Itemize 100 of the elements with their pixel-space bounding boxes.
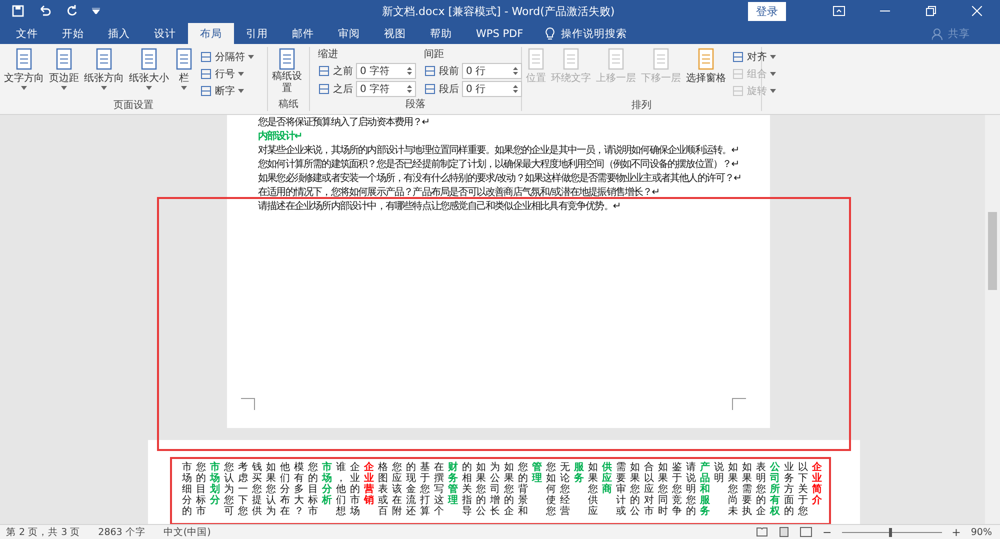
group-title: 段落 — [406, 98, 426, 111]
vertical-text: 的现金流还 — [406, 462, 416, 517]
vertical-text: 为公司增长 — [490, 462, 500, 517]
search-field[interactable]: 操作说明搜索 — [561, 28, 652, 40]
caret-icon — [770, 54, 776, 58]
spin-label: 段前 — [439, 65, 459, 78]
vertical-text: 管理 — [532, 462, 542, 484]
spinner-arrows-icon[interactable] — [407, 84, 412, 94]
ribbon-tab[interactable]: 文件 — [4, 24, 50, 44]
vertical-text: 供应商 — [602, 462, 612, 495]
vertical-text: 如果需要执 — [742, 462, 752, 517]
paragraph: 请描述在企业场所内部设计中，有哪些特点让您感觉自己和类似企业相比具有竞争优势。↵ — [258, 200, 622, 214]
spin-field[interactable]: 0 行 — [462, 63, 522, 79]
spin-field[interactable]: 0 字符 — [356, 63, 416, 79]
undo-icon[interactable] — [38, 5, 52, 17]
paragraph: 在适用的情况下，您将如何展示产品？产品布局是否可以改善商店气氛和/或潜在地提振销售增长？↵ — [258, 186, 660, 200]
scrollbar[interactable] — [985, 115, 1000, 524]
spin-label: 之前 — [333, 64, 353, 78]
ribbon-tab[interactable]: 开始 — [50, 24, 96, 44]
minimize-icon — [880, 10, 890, 12]
ribbon-button[interactable]: 行号 — [198, 66, 256, 81]
lightbulb-icon — [545, 27, 556, 41]
document-icon — [277, 48, 297, 70]
caret-icon — [770, 72, 776, 76]
restore-icon — [926, 6, 936, 16]
ribbon-tab[interactable]: 邮件 — [280, 24, 326, 44]
spin-field[interactable]: 0 字符 — [356, 81, 416, 97]
zoom-in-button[interactable]: + — [952, 526, 961, 538]
vertical-text: 企业简介 — [812, 462, 822, 506]
vertical-text: 公司所有权 — [770, 462, 780, 517]
ribbon-button[interactable]: 栏 — [173, 47, 195, 98]
read-mode-icon[interactable] — [756, 527, 768, 537]
spin-field[interactable]: 0 行 — [462, 81, 522, 97]
vertical-text: 的相关指导 — [462, 462, 472, 517]
login-button[interactable]: 登录 — [748, 2, 786, 20]
vertical-text: 格图表或百 — [378, 462, 388, 517]
vertical-text: 您的背景和 — [518, 462, 528, 517]
ribbon-tab[interactable]: WPS PDF — [464, 24, 536, 44]
zoom-out-button[interactable]: − — [822, 526, 832, 538]
ribbon-tab[interactable]: 帮助 — [418, 24, 464, 44]
ribbon-button[interactable]: 纸张方向 — [83, 47, 125, 98]
caret-icon — [238, 72, 244, 76]
ribbon-button[interactable]: 纸张大小 — [128, 47, 170, 98]
spin-label: 之后 — [333, 82, 353, 96]
print-layout-icon[interactable] — [778, 527, 790, 537]
ribbon-button[interactable]: 断字 — [198, 83, 256, 98]
language: 中文(中国) — [163, 526, 211, 538]
ribbon-tab[interactable]: 设计 — [142, 24, 188, 44]
caret-icon — [248, 54, 254, 58]
caret-icon — [146, 86, 152, 90]
close-icon — [972, 6, 982, 16]
caret-icon — [21, 86, 27, 90]
spinner-arrows-icon[interactable] — [513, 66, 518, 76]
save-icon[interactable] — [12, 5, 24, 17]
vertical-text: 如果您供应 — [588, 462, 598, 517]
ribbon-button[interactable]: 稿纸设置 — [271, 47, 303, 97]
ribbon-button[interactable]: 选择窗格 — [685, 47, 727, 98]
ribbon-tab[interactable]: 引用 — [234, 24, 280, 44]
person-icon — [932, 28, 944, 40]
vertical-text: 产品和服务 — [700, 462, 710, 517]
indent-label: 缩进 — [318, 48, 339, 61]
zoom-level: 90% — [970, 526, 992, 538]
slider-thumb[interactable] — [888, 528, 892, 536]
vertical-text: 模有多大？ — [294, 462, 304, 517]
scroll-thumb[interactable] — [988, 212, 997, 290]
vertical-text: 在撰写这个 — [434, 462, 444, 517]
group-title: 页面设置 — [114, 98, 154, 112]
paragraph: 您是否将保证预算纳入了启动资本费用？↵ — [258, 116, 430, 130]
ribbon-button[interactable]: 页边距 — [48, 47, 80, 98]
vertical-text: 钱买您提供 — [252, 462, 262, 517]
vertical-text: 业务方面的 — [784, 462, 794, 517]
spinner-arrows-icon[interactable] — [407, 66, 412, 76]
vertical-text: 如果您同时 — [658, 462, 668, 517]
vertical-text: 请说明您的 — [686, 462, 696, 517]
ribbon-tab[interactable]: 审阅 — [326, 24, 372, 44]
customize-icon[interactable] — [92, 8, 100, 14]
spinner-arrows-icon[interactable] — [513, 84, 518, 94]
ribbon-button[interactable]: 文字方向 — [3, 47, 45, 98]
vertical-text: 表明您的企 — [756, 462, 766, 517]
vertical-text: 如果您的公 — [476, 462, 486, 517]
paragraph: 您如何计算所需的建筑面积？您是否已经提前制定了计划，以确保最大程度地利用空间（例如不同设备的摆放位置）？↵ — [258, 158, 740, 172]
ribbon-tab[interactable]: 视图 — [372, 24, 418, 44]
window-title: 新文档.docx [兼容模式] - Word(产品激活失败) — [382, 4, 616, 18]
group-title: 稿纸 — [278, 98, 298, 111]
vertical-text: 市场分析 — [322, 462, 332, 506]
caret-icon — [770, 88, 776, 92]
spacing-label: 间距 — [424, 48, 445, 61]
crop-mark — [732, 398, 746, 410]
ribbon-tab[interactable]: 插入 — [96, 24, 142, 44]
paragraph: 如果您必须修建或者安装一个场所，有没有什么特别的要求/改动？如果这样做您是否需要物业业主或者其他人的许可？↵ — [258, 172, 742, 186]
redo-icon[interactable] — [66, 5, 78, 17]
vertical-text: 企业营销 — [364, 462, 374, 506]
ribbon-button[interactable]: 分隔符 — [198, 49, 256, 64]
vertical-text: 鉴于您竞争 — [672, 462, 682, 517]
web-layout-icon[interactable] — [800, 527, 812, 537]
caret-icon — [238, 88, 244, 92]
vertical-text: 需要审计或 — [616, 462, 626, 517]
ribbon-button[interactable]: 对齐 — [730, 49, 778, 64]
ribbon-tab[interactable]: 布局 — [188, 23, 234, 44]
vertical-text: 您应该在附 — [392, 462, 402, 517]
